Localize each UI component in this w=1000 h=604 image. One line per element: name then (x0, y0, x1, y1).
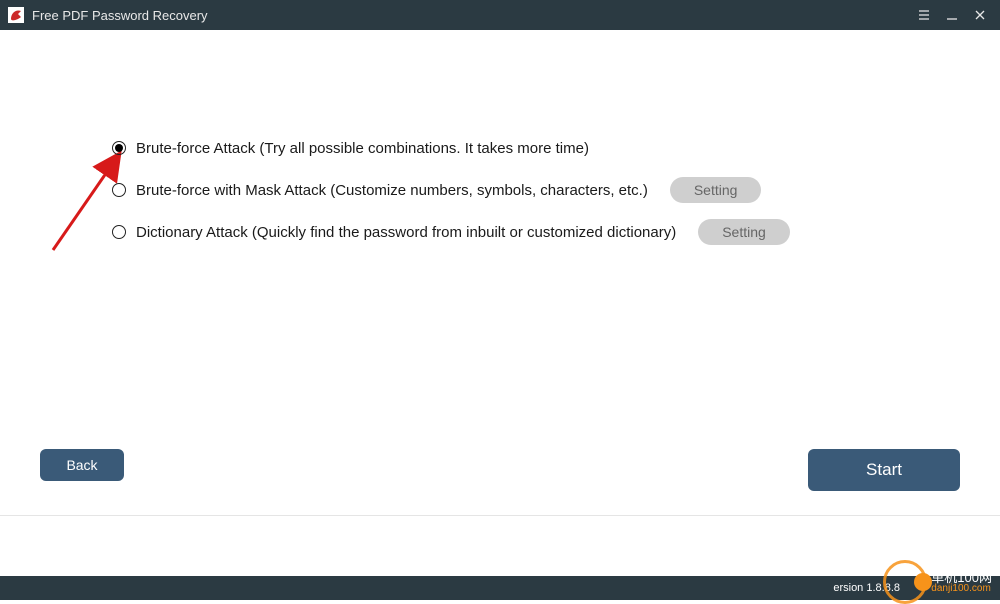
setting-button-dictionary[interactable]: Setting (698, 219, 790, 245)
close-icon[interactable] (968, 3, 992, 27)
setting-button-mask[interactable]: Setting (670, 177, 762, 203)
main-content: Brute-force Attack (Try all possible com… (0, 30, 1000, 576)
option-brute-force[interactable]: Brute-force Attack (Try all possible com… (112, 128, 790, 168)
minimize-icon[interactable] (940, 3, 964, 27)
option-label: Brute-force with Mask Attack (Customize … (136, 182, 648, 199)
app-title: Free PDF Password Recovery (32, 8, 208, 23)
option-mask-attack[interactable]: Brute-force with Mask Attack (Customize … (112, 170, 790, 210)
radio-dictionary-attack[interactable] (112, 225, 126, 239)
app-icon (8, 7, 24, 23)
radio-brute-force[interactable] (112, 141, 126, 155)
status-bar: ersion 1.8.8.8 (0, 576, 1000, 600)
start-button[interactable]: Start (808, 449, 960, 491)
watermark-text-en: danji100.com (931, 584, 992, 594)
option-dictionary-attack[interactable]: Dictionary Attack (Quickly find the pass… (112, 212, 790, 252)
titlebar: Free PDF Password Recovery (0, 0, 1000, 30)
watermark-logo-icon (883, 560, 927, 604)
menu-icon[interactable] (912, 3, 936, 27)
back-button[interactable]: Back (40, 449, 124, 481)
attack-options: Brute-force Attack (Try all possible com… (112, 128, 790, 254)
divider (0, 515, 1000, 516)
radio-mask-attack[interactable] (112, 183, 126, 197)
watermark: 单机100网 danji100.com (883, 554, 992, 598)
option-label: Dictionary Attack (Quickly find the pass… (136, 224, 676, 241)
option-label: Brute-force Attack (Try all possible com… (136, 140, 589, 157)
